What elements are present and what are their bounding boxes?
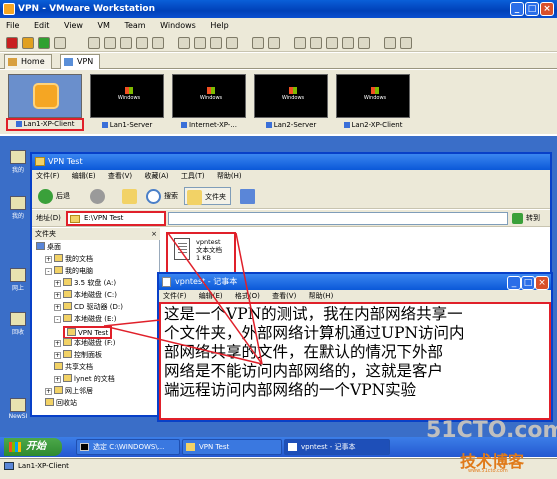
team-settings-icon[interactable] — [152, 37, 164, 49]
vm-screen: Windows — [172, 74, 246, 118]
vm-label: Lan1-XP-Client — [6, 118, 84, 131]
vm-thumbnail-internet-xp[interactable]: Windows Internet-XP-... — [170, 72, 248, 132]
window-title: VPN - VMware Workstation — [18, 4, 156, 14]
menu-view[interactable]: View — [64, 21, 83, 30]
home-icon — [8, 58, 17, 66]
vm-thumbnail-lan2-xp-client[interactable]: Windows Lan2-XP-Client — [334, 72, 412, 132]
tab-home[interactable]: Home — [4, 54, 52, 69]
power-on-icon[interactable] — [38, 37, 50, 49]
watermark-logo: 51CTO.com — [426, 418, 557, 443]
vm-label: Lan2-Server — [252, 120, 330, 131]
menu-edit[interactable]: Edit — [34, 21, 50, 30]
team-icon — [64, 58, 73, 66]
vmware-titlebar: VPN - VMware Workstation _ □ × — [0, 0, 557, 18]
vm-thumbnail-lan1-server[interactable]: Windows Lan1-Server — [88, 72, 166, 132]
full-screen-icon[interactable] — [178, 37, 190, 49]
maximize-button[interactable]: □ — [525, 2, 539, 16]
tab-vpn[interactable]: VPN — [60, 54, 101, 69]
vm-icon — [4, 462, 14, 470]
vm-thumbnail-strip: Lan1-XP-Client Windows Lan1-Server Windo… — [0, 70, 557, 134]
snapshot-manager-icon[interactable] — [120, 37, 132, 49]
close-button[interactable]: × — [540, 2, 554, 16]
windows-logo-icon: Windows — [115, 87, 143, 105]
thumbnail-view-icon[interactable] — [268, 37, 280, 49]
vm-screen: Windows — [90, 74, 164, 118]
revert-icon[interactable] — [104, 37, 116, 49]
vmware-app-icon — [3, 3, 15, 15]
menu-file[interactable]: File — [6, 21, 19, 30]
power-off-icon[interactable] — [6, 37, 18, 49]
quick-switch-icon[interactable] — [194, 37, 206, 49]
vm-label: Lan2-XP-Client — [334, 120, 412, 131]
vm-screen: Windows — [254, 74, 328, 118]
annotation-line — [235, 232, 263, 365]
site-watermark: 51CTO.com 技术博客 www.51cto.com — [420, 418, 557, 474]
tabs-toggle-icon[interactable] — [310, 37, 322, 49]
notepad-icon — [288, 443, 297, 451]
guest-desktop: 我的 我的 网上 回收 NewSI VPN Test 文件(F) 编辑(E) 查… — [0, 136, 557, 456]
preferences-icon[interactable] — [384, 37, 396, 49]
snapshot-icon[interactable] — [88, 37, 100, 49]
folder-icon — [186, 443, 195, 451]
team-icon[interactable] — [342, 37, 354, 49]
annotation-line — [103, 319, 161, 327]
windows-logo-icon: Windows — [361, 87, 389, 105]
network-icon[interactable] — [400, 37, 412, 49]
vmware-menubar: File Edit View VM Team Windows Help — [0, 18, 557, 34]
menu-team[interactable]: Team — [124, 21, 145, 30]
tab-home-label: Home — [21, 57, 45, 66]
task-vpn-test[interactable]: VPN Test — [182, 439, 282, 455]
windows-logo-icon: Windows — [197, 87, 225, 105]
console-icon — [80, 443, 89, 451]
start-button[interactable]: 开始 — [4, 438, 62, 456]
vmware-logo-icon — [33, 83, 59, 109]
vm-label: Internet-XP-... — [170, 120, 248, 131]
vm-label: Lan1-Server — [88, 120, 166, 131]
vm-thumbnail-lan2-server[interactable]: Windows Lan2-Server — [252, 72, 330, 132]
minimize-button[interactable]: _ — [510, 2, 524, 16]
menu-vm[interactable]: VM — [98, 21, 110, 30]
reset-icon[interactable] — [54, 37, 66, 49]
clone-icon[interactable] — [136, 37, 148, 49]
task-cmd[interactable]: 选定 C:\WINDOWS\... — [76, 439, 180, 455]
vmware-toolbar — [0, 34, 557, 52]
library-icon[interactable] — [326, 37, 338, 49]
task-notepad[interactable]: vpntest - 记事本 — [284, 439, 390, 455]
annotation-lines — [103, 232, 263, 365]
vm-screen: Windows — [336, 74, 410, 118]
vm-screen — [8, 74, 82, 118]
menu-windows[interactable]: Windows — [160, 21, 196, 30]
favorites-icon[interactable] — [358, 37, 370, 49]
sidebar-toggle-icon[interactable] — [294, 37, 306, 49]
vm-thumbnail-lan1-xp-client[interactable]: Lan1-XP-Client — [6, 72, 84, 132]
summary-view-icon[interactable] — [226, 37, 238, 49]
windows-logo-icon — [9, 442, 21, 452]
menu-help[interactable]: Help — [210, 21, 228, 30]
windows-logo-icon: Windows — [279, 87, 307, 105]
console-view-icon[interactable] — [252, 37, 264, 49]
vmware-tabbar: Home VPN — [0, 53, 557, 69]
tab-vpn-label: VPN — [77, 57, 94, 66]
suspend-icon[interactable] — [22, 37, 34, 49]
watermark-url: www.51cto.com — [468, 468, 508, 474]
unity-icon[interactable] — [210, 37, 222, 49]
